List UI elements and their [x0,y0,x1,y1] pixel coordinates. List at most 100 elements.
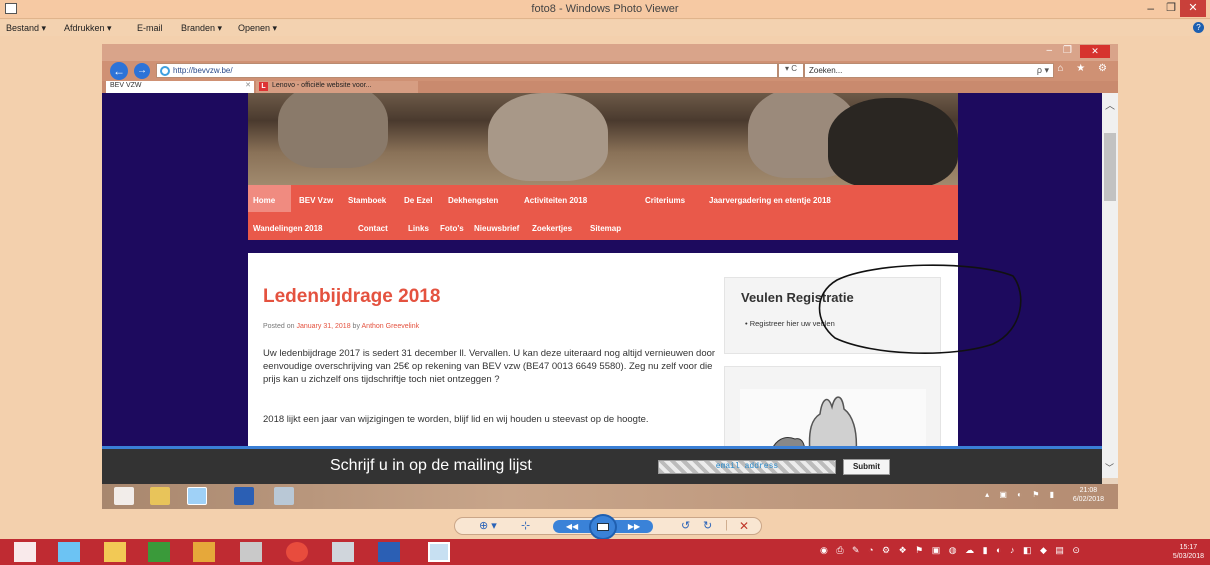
ie-tools-icons: ⌂ ★ ⚙ [1057,63,1112,74]
ie-search-box: Zoeken... ρ ▾ [804,63,1054,78]
site-navigation: Home BEV Vzw Stamboek De Ezel Dekhengste… [248,185,958,240]
meta-posted-on: Posted on [263,323,295,330]
zoom-button[interactable]: ⊕ ▾ [479,519,497,532]
inner-clock-time: 21:08 [1079,487,1098,494]
nav-stamboek: Stamboek [348,196,387,205]
ie-close-icon: ✕ [1080,45,1110,58]
inner-clock: 21:08 6/02/2018 [1073,486,1104,504]
menu-branden[interactable]: Branden ▾ [181,23,222,34]
store-icon[interactable] [148,542,170,562]
tab-close-icon: ✕ [245,82,251,89]
nav-jaarvergadering: Jaarvergadering en etentje 2018 [709,196,831,205]
help-icon[interactable]: ? [1193,22,1204,33]
start-icon [114,487,134,505]
ie-address-row: ← → http://bevvzw.be/ ▾ C Zoeken... ρ ▾ ⌂… [102,61,1118,81]
lenovo-icon: L [259,82,268,91]
paint-icon [274,487,294,505]
nav-sitemap: Sitemap [590,224,622,233]
rotate-cw-button[interactable]: ↻ [703,519,712,532]
donkey-dark [828,98,958,185]
chrome-icon[interactable] [286,542,308,562]
article-title: Ledenbijdrage 2018 [263,286,441,307]
tab-label: Lenovo - officiële website voor... [272,82,372,89]
ie-titlebar: – ❐ ✕ [102,44,1118,61]
calculator-icon[interactable] [240,542,262,562]
inner-taskbar: ▴ ▣ ◐ ⚑ ▮ 21:08 6/02/2018 [102,484,1118,509]
nav-bev-vzw: BEV Vzw [299,196,334,205]
address-bar: http://bevvzw.be/ [156,63,778,78]
minimize-button[interactable]: – [1147,1,1154,15]
menu-bestand[interactable]: Bestand ▾ [6,23,46,34]
scroll-up-icon: ︿ [1105,101,1115,112]
word-taskbar-icon[interactable] [378,542,400,562]
menu-afdrukken[interactable]: Afdrukken ▾ [64,23,112,34]
scroll-thumb [1104,133,1116,201]
nav-wandelingen: Wandelingen 2018 [253,224,323,233]
email-field: email address [658,460,836,474]
search-placeholder: Zoeken... [809,66,843,75]
photo-viewer-taskbar-icon[interactable] [428,542,450,562]
word-icon [234,487,254,505]
post-meta: Posted on January 31, 2018 by Anthon Gre… [263,323,419,330]
article-paragraph-1: Uw ledenbijdrage 2017 is sedert 31 decem… [263,348,716,385]
inner-tray-icons: ▴ ▣ ◐ ⚑ ▮ [985,490,1058,499]
clock-time: 15:17 [1179,544,1198,551]
file-explorer-icon[interactable] [104,542,126,562]
article-paragraph-2: 2018 lijkt een jaar van wijzigingen te w… [263,414,649,425]
hand-drawn-circle [818,264,1022,354]
picasa-icon[interactable] [193,542,215,562]
menu-openen[interactable]: Openen ▾ [238,23,277,34]
nav-nieuwsbrief: Nieuwsbrief [474,224,520,233]
clock-date: 5/03/2018 [1172,553,1204,560]
viewer-controls: ⊕ ▾ ⊹ ◀◀ ▶▶ ↺ ↻ | ✕ [454,514,762,540]
delete-button[interactable]: ✕ [739,519,749,533]
taskbar: ◉ ⎙ ✎ ◔ ⚙ ❖ ⚑ ▣ ◍ ☁ ▮ ◐ ♪ ◧ ◆ ▤ ⊙ 15:17 5… [0,539,1210,565]
donkey-left [278,93,388,168]
next-button[interactable]: ▶▶ [615,520,653,533]
nav-links: Links [408,224,429,233]
window-titlebar: foto8 - Windows Photo Viewer – ❐ ✕ [0,0,1210,19]
network-icon[interactable] [332,542,354,562]
start-button-icon[interactable] [14,542,36,562]
nav-home: Home [253,196,276,205]
submit-button: Submit [843,459,890,475]
ie-minimize-icon: – [1046,45,1052,56]
maximize-button[interactable]: ❐ [1166,1,1176,14]
meta-by: by [352,323,360,330]
tab-bev-vzw: BEV VZW ✕ [106,81,254,93]
donkey-sketch-image [740,389,926,449]
slideshow-button[interactable] [589,514,617,540]
donkey-sketch-widget [724,366,941,449]
slideshow-icon [597,523,609,531]
nav-de-ezel: De Ezel [404,196,433,205]
nav-contact: Contact [358,224,388,233]
inner-clock-date: 6/02/2018 [1072,496,1104,503]
search-icon: ρ ▾ [1036,65,1049,75]
taskbar-clock[interactable]: 15:17 5/03/2018 [1173,543,1204,561]
menu-email[interactable]: E-mail [137,23,163,33]
nav-activiteiten: Activiteiten 2018 [524,196,588,205]
ie-tab-row: BEV VZW ✕ L Lenovo - officiële website voo… [102,81,1118,93]
toolbar-divider: | [725,519,728,531]
nav-fotos: Foto's [440,224,464,233]
system-tray-icons[interactable]: ◉ ⎙ ✎ ◔ ⚙ ❖ ⚑ ▣ ◍ ☁ ▮ ◐ ♪ ◧ ◆ ▤ ⊙ [820,545,1083,556]
nav-zoekertjes: Zoekertjes [532,224,573,233]
ie-maximize-icon: ❐ [1063,45,1072,56]
donkey-header-image [248,93,958,185]
close-button[interactable]: ✕ [1180,0,1206,17]
explorer-icon [150,487,170,505]
nav-criteriums: Criteriums [645,196,686,205]
post-date: January 31, 2018 [296,323,351,330]
tab-label: BEV VZW [110,82,142,89]
scroll-down-icon: ﹀ [1105,463,1115,473]
previous-button[interactable]: ◀◀ [553,520,591,533]
fit-window-button[interactable]: ⊹ [521,519,530,532]
ie-taskbar-icon [187,487,207,505]
rotate-ccw-button[interactable]: ↺ [681,519,690,532]
refresh-icon: ▾ C [778,63,804,78]
viewer-toolbar: ⊕ ▾ ⊹ ◀◀ ▶▶ ↺ ↻ | ✕ [0,512,1210,540]
donkey-sketch-icon [771,396,858,449]
ie-taskbar-button-icon[interactable] [58,542,80,562]
menu-bar: Bestand ▾ Afdrukken ▾ E-mail Branden ▾ O… [0,20,1210,36]
address-url: http://bevvzw.be/ [173,66,233,75]
